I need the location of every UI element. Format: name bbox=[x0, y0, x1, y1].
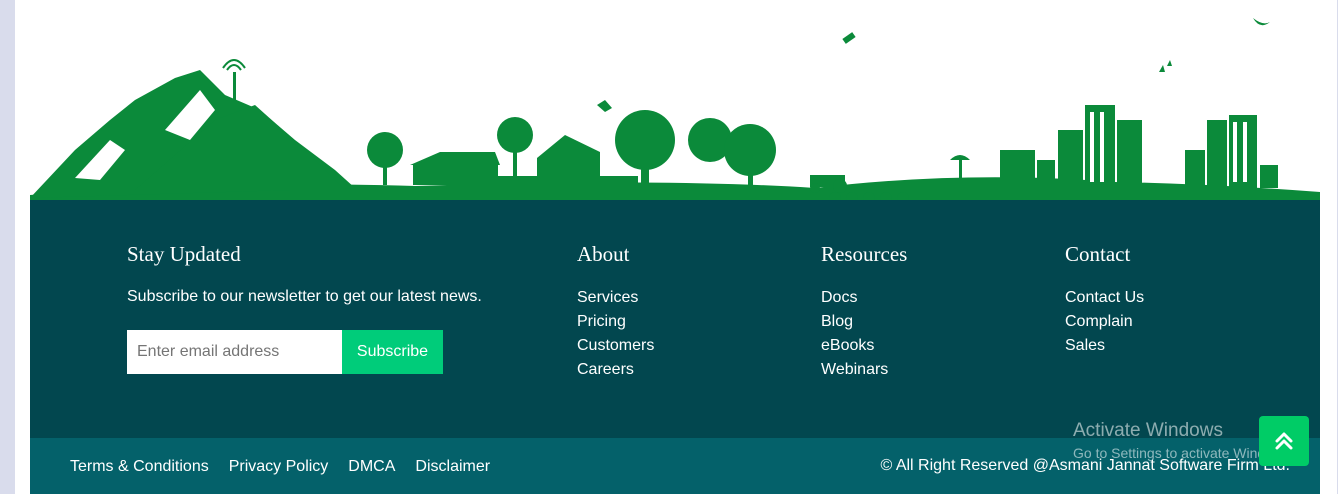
terms-link[interactable]: Terms & Conditions bbox=[70, 458, 209, 476]
contact-title: Contact bbox=[1065, 242, 1131, 266]
email-input[interactable] bbox=[127, 330, 342, 374]
footer-main: Stay Updated Subscribe to our newsletter… bbox=[30, 200, 1320, 438]
resources-link-webinars[interactable]: Webinars bbox=[821, 358, 888, 382]
disclaimer-link[interactable]: Disclaimer bbox=[415, 458, 490, 476]
subscribe-button[interactable]: Subscribe bbox=[342, 330, 443, 374]
landscape-illustration bbox=[30, 18, 1320, 200]
newsletter-description: Subscribe to our newsletter to get our l… bbox=[127, 288, 482, 305]
contact-link-contact-us[interactable]: Contact Us bbox=[1065, 286, 1144, 310]
resources-title: Resources bbox=[821, 242, 908, 266]
about-title: About bbox=[577, 242, 630, 266]
privacy-policy-link[interactable]: Privacy Policy bbox=[229, 458, 329, 476]
about-link-customers[interactable]: Customers bbox=[577, 334, 654, 358]
newsletter-title: Stay Updated bbox=[127, 242, 241, 266]
about-link-pricing[interactable]: Pricing bbox=[577, 310, 654, 334]
about-link-careers[interactable]: Careers bbox=[577, 358, 654, 382]
about-link-services[interactable]: Services bbox=[577, 286, 654, 310]
contact-link-complain[interactable]: Complain bbox=[1065, 310, 1144, 334]
subscribe-form: Subscribe bbox=[127, 330, 443, 374]
resources-links: Docs Blog eBooks Webinars bbox=[821, 286, 888, 382]
dmca-link[interactable]: DMCA bbox=[348, 458, 395, 476]
footer-bottom-bar: Terms & Conditions Privacy Policy DMCA D… bbox=[30, 438, 1320, 494]
scroll-to-top-button[interactable] bbox=[1259, 416, 1309, 466]
copyright-text: © All Right Reserved @Asmani Jannat Soft… bbox=[880, 457, 1290, 474]
contact-link-sales[interactable]: Sales bbox=[1065, 334, 1144, 358]
double-chevron-up-icon bbox=[1275, 432, 1293, 450]
about-links: Services Pricing Customers Careers bbox=[577, 286, 654, 382]
resources-link-docs[interactable]: Docs bbox=[821, 286, 888, 310]
contact-links: Contact Us Complain Sales bbox=[1065, 286, 1144, 358]
resources-link-ebooks[interactable]: eBooks bbox=[821, 334, 888, 358]
resources-link-blog[interactable]: Blog bbox=[821, 310, 888, 334]
legal-links: Terms & Conditions Privacy Policy DMCA D… bbox=[70, 458, 490, 476]
